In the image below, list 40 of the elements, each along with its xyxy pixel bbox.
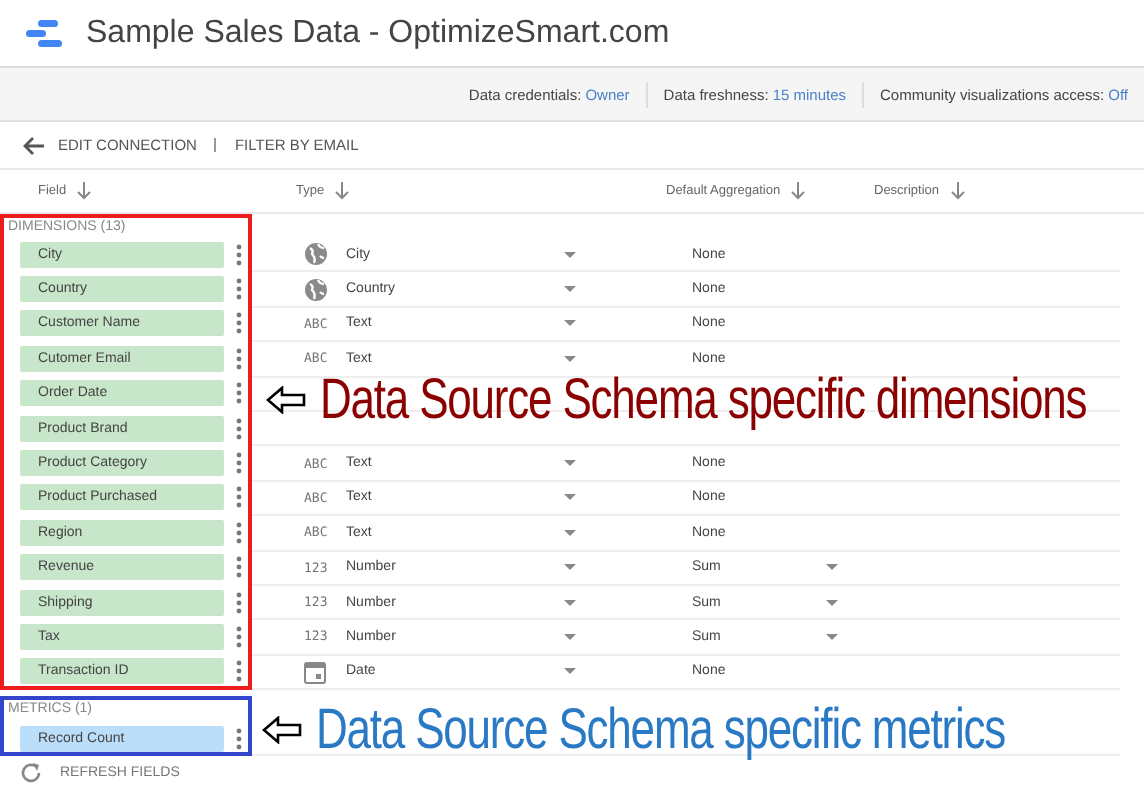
sort-arrow-icon (790, 182, 807, 200)
more-options-icon (236, 417, 242, 440)
calendar-icon (304, 659, 326, 684)
annotation-text: Data Source Schema specific metrics (316, 706, 1006, 755)
more-options-icon (236, 452, 242, 475)
window-title: Sample Sales Data - OptimizeSmart.com (86, 15, 670, 51)
outline-arrow-icon (262, 716, 302, 745)
more-options-icon (236, 278, 242, 301)
logo-icon (26, 19, 62, 47)
outline-arrow-icon (266, 386, 306, 415)
dropdown-caret-icon (562, 353, 578, 364)
sort-arrow-icon (334, 182, 351, 200)
dropdown-caret-icon (562, 666, 578, 677)
globe-icon (304, 277, 328, 302)
more-options-icon (236, 556, 242, 579)
more-options-icon (236, 625, 242, 648)
more-options-icon (236, 347, 242, 370)
globe-icon (304, 242, 328, 267)
sort-arrow-icon (949, 182, 966, 200)
dropdown-caret-icon (562, 562, 578, 573)
more-options-icon (236, 312, 242, 335)
dropdown-caret-icon (562, 631, 578, 642)
dropdown-caret-icon (562, 527, 578, 538)
annotation-text: Data Source Schema specific dimensions (320, 376, 1087, 425)
more-options-icon (236, 591, 242, 614)
more-options-icon (236, 521, 242, 544)
more-options-icon (236, 382, 242, 405)
more-options-icon (236, 243, 242, 266)
refresh-icon (20, 762, 42, 785)
dropdown-caret-icon (562, 597, 578, 608)
sort-arrow-icon (76, 182, 93, 200)
dropdown-caret-icon (562, 458, 578, 469)
more-options-icon (236, 727, 242, 750)
dropdown-caret-icon (562, 284, 578, 295)
back-arrow-icon (22, 135, 46, 155)
more-options-icon (236, 660, 242, 683)
dropdown-caret-icon (562, 318, 578, 329)
dropdown-caret-icon (562, 249, 578, 260)
dropdown-caret-icon (562, 492, 578, 503)
more-options-icon (236, 486, 242, 509)
